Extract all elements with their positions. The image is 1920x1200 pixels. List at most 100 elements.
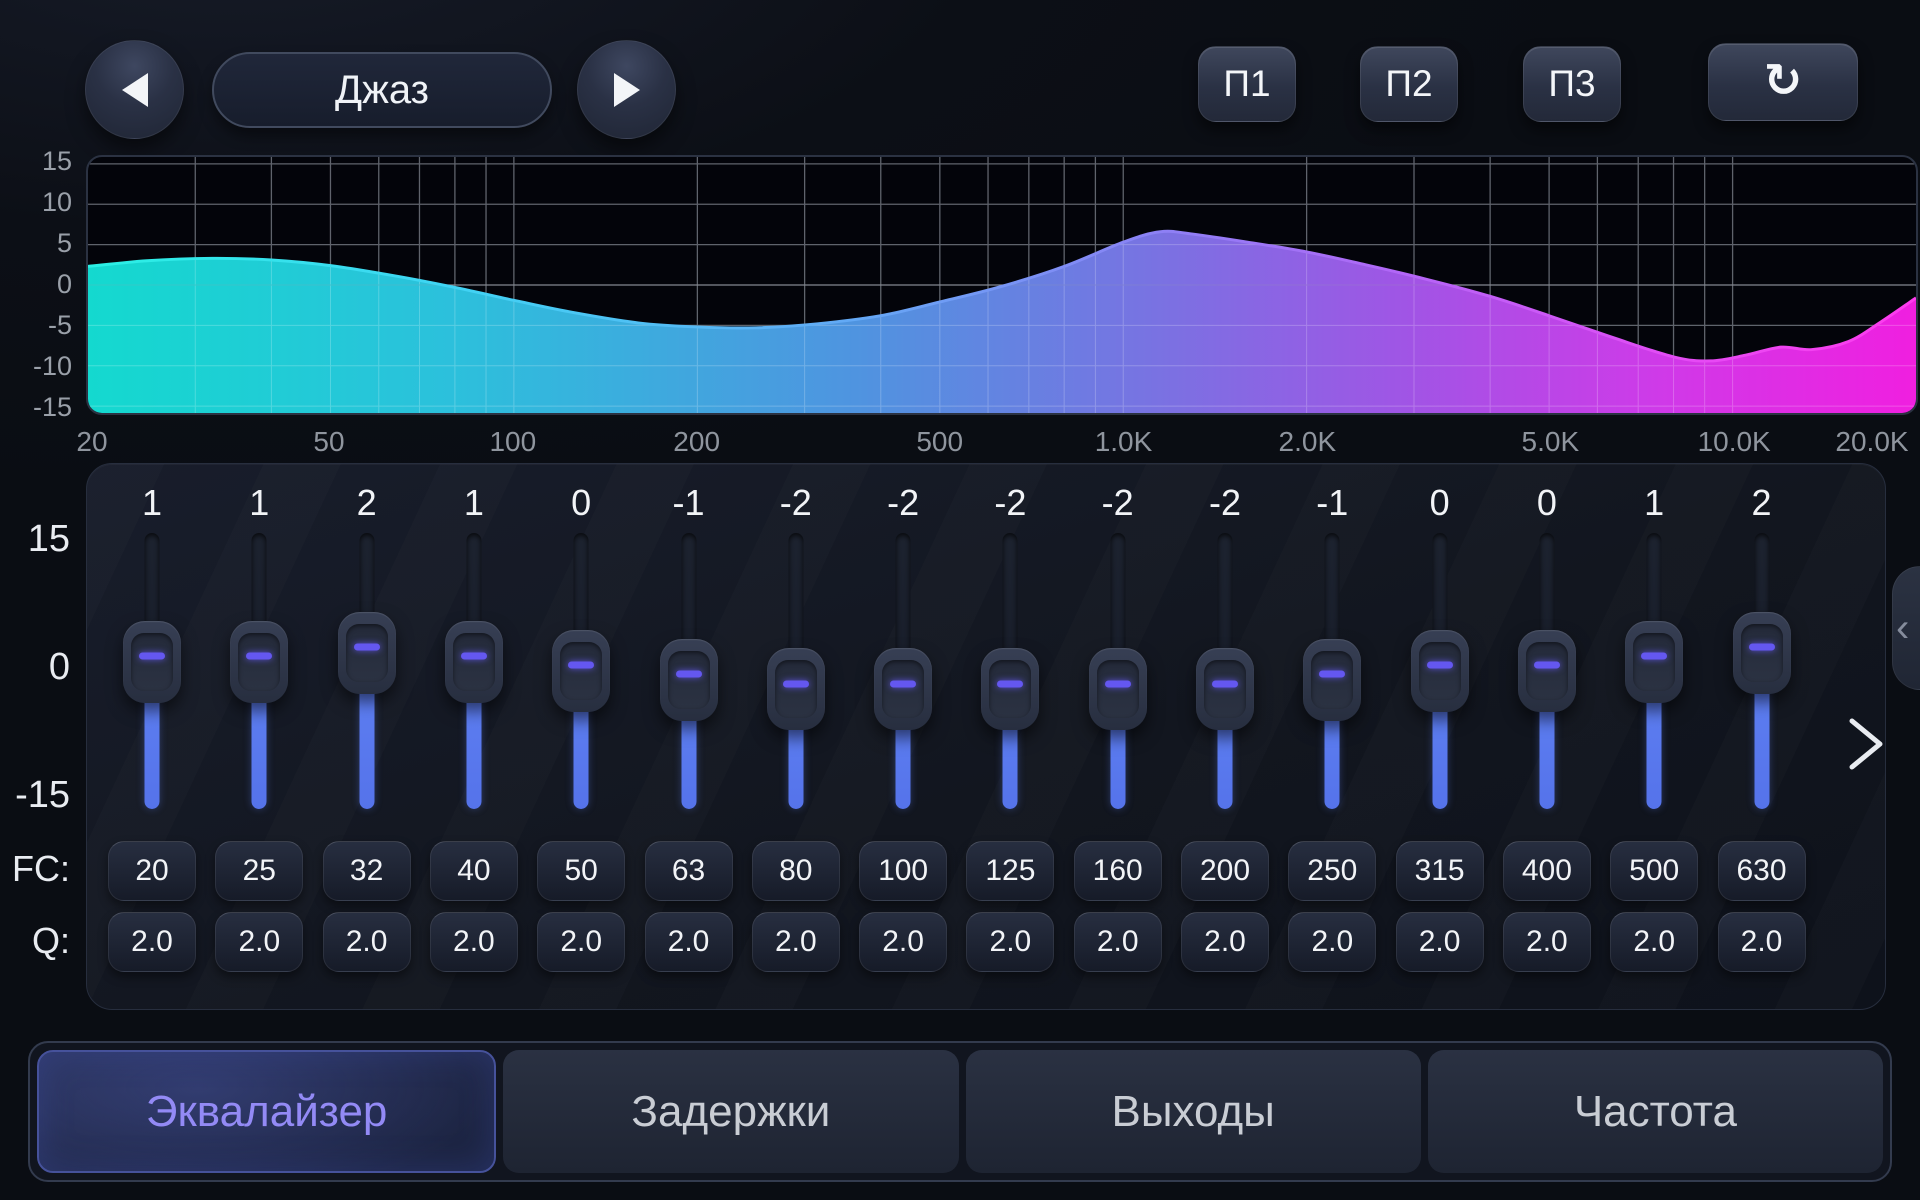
slider-thumb[interactable] [874, 648, 932, 730]
next-bands-chevron-icon[interactable] [1842, 714, 1890, 774]
band-slider[interactable] [98, 533, 206, 809]
band-slider[interactable] [1278, 533, 1386, 809]
slider-thumb[interactable] [1411, 630, 1469, 712]
band-q-chip[interactable]: 2.0 [1396, 912, 1484, 972]
band-fc-chip[interactable]: 63 [645, 841, 733, 901]
band-q-chip[interactable]: 2.0 [537, 912, 625, 972]
band-q-chip[interactable]: 2.0 [966, 912, 1054, 972]
band-q-chip[interactable]: 2.0 [1718, 912, 1806, 972]
slider-fill [359, 679, 374, 809]
band-slider[interactable] [205, 533, 313, 809]
bottom-tab-bar: ЭквалайзерЗадержкиВыходыЧастота [28, 1041, 1892, 1182]
tab-0[interactable]: Эквалайзер [37, 1050, 496, 1173]
band-slider[interactable] [1386, 533, 1494, 809]
slider-thumb[interactable] [552, 630, 610, 712]
tab-3[interactable]: Частота [1428, 1050, 1883, 1173]
band-q-value: 2.0 [775, 925, 817, 959]
slider-fill [1325, 706, 1340, 809]
band-fc-chip[interactable]: 160 [1074, 841, 1162, 901]
band-q-chip[interactable]: 2.0 [1074, 912, 1162, 972]
slider-thumb[interactable] [981, 648, 1039, 730]
slider-thumb[interactable] [230, 621, 288, 703]
band-fc-chip[interactable]: 630 [1718, 841, 1806, 901]
band-slider[interactable] [1171, 533, 1279, 809]
slider-thumb[interactable] [445, 621, 503, 703]
band-q-chip[interactable]: 2.0 [645, 912, 733, 972]
band-gain-value: 2 [1708, 482, 1816, 524]
band-q-value: 2.0 [1311, 925, 1353, 959]
band-fc-value: 500 [1629, 854, 1679, 888]
tab-2[interactable]: Выходы [966, 1050, 1421, 1173]
slider-thumb[interactable] [123, 621, 181, 703]
band-slider[interactable] [527, 533, 635, 809]
band-fc-chip[interactable]: 20 [108, 841, 196, 901]
slider-thumb[interactable] [1303, 639, 1361, 721]
band-slider[interactable] [1708, 533, 1816, 809]
preset-prev-button[interactable] [85, 40, 184, 139]
band-slider[interactable] [1600, 533, 1708, 809]
band-fc-chip[interactable]: 25 [215, 841, 303, 901]
x-tick-label: 5.0K [1480, 426, 1620, 458]
band-q-chip[interactable]: 2.0 [859, 912, 947, 972]
band-fc-chip[interactable]: 500 [1610, 841, 1698, 901]
band-q-chip[interactable]: 2.0 [430, 912, 518, 972]
band-fc-chip[interactable]: 400 [1503, 841, 1591, 901]
band-q-chip[interactable]: 2.0 [1181, 912, 1269, 972]
slider-thumb-inner [453, 633, 495, 691]
reset-button[interactable]: ↻ [1708, 43, 1858, 121]
band-q-chip[interactable]: 2.0 [1503, 912, 1591, 972]
slider-thumb[interactable] [338, 612, 396, 694]
preset-next-button[interactable] [577, 40, 676, 139]
band-slider[interactable] [635, 533, 743, 809]
preset-name-display[interactable]: Джаз [212, 52, 552, 128]
band-slider[interactable] [849, 533, 957, 809]
left-triangle-icon [119, 70, 151, 110]
slider-thumb[interactable] [1625, 621, 1683, 703]
band-q-chip[interactable]: 2.0 [323, 912, 411, 972]
band-fc-value: 32 [350, 854, 383, 888]
band-fc-chip[interactable]: 250 [1288, 841, 1376, 901]
band-q-chip[interactable]: 2.0 [1610, 912, 1698, 972]
eq-band: 2 630 2.0 [1708, 464, 1816, 1009]
preset-slot-1-button[interactable]: П1 [1198, 46, 1296, 122]
band-slider[interactable] [420, 533, 528, 809]
slider-thumb[interactable] [1196, 648, 1254, 730]
band-slider[interactable] [742, 533, 850, 809]
eq-band: 1 20 2.0 [98, 464, 206, 1009]
slider-fill [574, 697, 589, 809]
band-slider[interactable] [956, 533, 1064, 809]
band-q-chip[interactable]: 2.0 [215, 912, 303, 972]
band-fc-chip[interactable]: 315 [1396, 841, 1484, 901]
band-gain-value: 1 [98, 482, 206, 524]
band-fc-chip[interactable]: 100 [859, 841, 947, 901]
band-slider[interactable] [1493, 533, 1601, 809]
band-slider[interactable] [313, 533, 421, 809]
band-q-value: 2.0 [1526, 925, 1568, 959]
slider-fill [1539, 697, 1554, 809]
tab-1[interactable]: Задержки [503, 1050, 958, 1173]
eq-band: 0 400 2.0 [1493, 464, 1601, 1009]
slider-thumb[interactable] [767, 648, 825, 730]
band-q-chip[interactable]: 2.0 [1288, 912, 1376, 972]
preset-slot-3-button[interactable]: П3 [1523, 46, 1621, 122]
slider-thumb[interactable] [1733, 612, 1791, 694]
band-fc-chip[interactable]: 40 [430, 841, 518, 901]
slider-thumb-dash-icon [139, 652, 165, 659]
band-slider[interactable] [1064, 533, 1172, 809]
band-fc-value: 630 [1736, 854, 1786, 888]
band-fc-chip[interactable]: 200 [1181, 841, 1269, 901]
slider-thumb[interactable] [1518, 630, 1576, 712]
band-q-chip[interactable]: 2.0 [752, 912, 840, 972]
band-fc-chip[interactable]: 32 [323, 841, 411, 901]
band-q-chip[interactable]: 2.0 [108, 912, 196, 972]
band-fc-chip[interactable]: 125 [966, 841, 1054, 901]
band-fc-chip[interactable]: 80 [752, 841, 840, 901]
slider-thumb-dash-icon [1534, 662, 1560, 669]
eq-band: 2 32 2.0 [313, 464, 421, 1009]
side-panel-handle[interactable]: ‹ [1892, 566, 1920, 690]
slider-thumb[interactable] [660, 639, 718, 721]
slider-scale-zero: 0 [0, 646, 70, 689]
preset-slot-2-button[interactable]: П2 [1360, 46, 1458, 122]
slider-thumb[interactable] [1089, 648, 1147, 730]
band-fc-chip[interactable]: 50 [537, 841, 625, 901]
